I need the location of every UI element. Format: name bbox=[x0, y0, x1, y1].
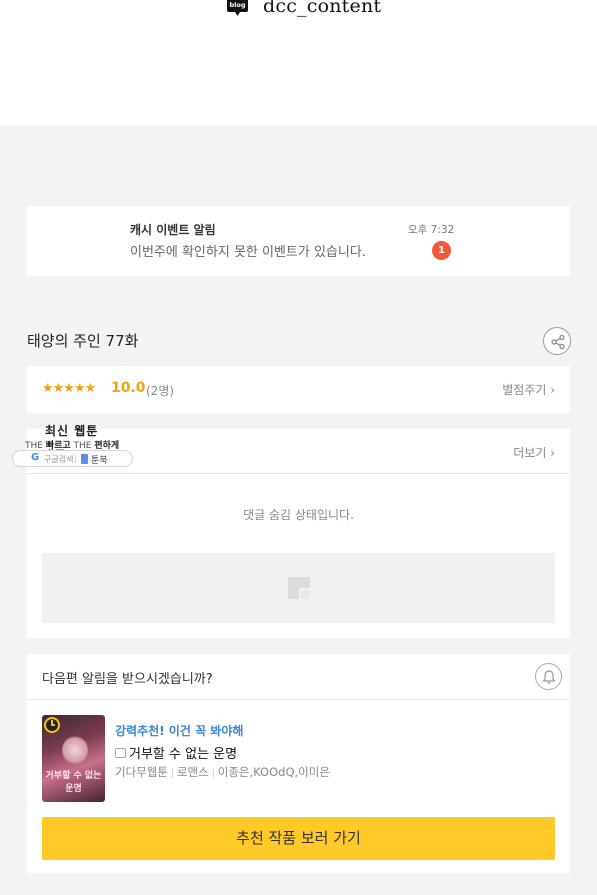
section-divider bbox=[27, 699, 570, 700]
overlay-title: 최신 웹툰 bbox=[45, 424, 99, 438]
rating-count: (2명) bbox=[146, 384, 175, 398]
thumbnail-character bbox=[62, 735, 88, 765]
next-episode-section: 다음편 알림을 받으시겠습니까? 거부할 수 없는 운명 강력추천! 이건 꼭 … bbox=[27, 654, 570, 873]
webtoon-search-overlay[interactable]: 최신 웹툰 THE 빠르고 THE 편하게 G 구글검색 | 툰북 bbox=[12, 421, 137, 469]
go-to-recommended-button[interactable]: 추천 작품 보러 가기 bbox=[42, 817, 555, 860]
episode-title: 태양의 주인 77화 bbox=[27, 332, 139, 350]
cash-event-notice[interactable]: 캐시 이벤트 알림 이번주에 확인하지 못한 이벤트가 있습니다. 오후 7:3… bbox=[27, 206, 570, 276]
svg-text:blog: blog bbox=[230, 1, 246, 9]
comments-more-label: 더보기 bbox=[513, 446, 547, 460]
recommended-thumbnail[interactable]: 거부할 수 없는 운명 bbox=[42, 715, 105, 802]
notice-message: 이번주에 확인하지 못한 이벤트가 있습니다. bbox=[130, 245, 366, 260]
bell-button[interactable] bbox=[535, 663, 562, 690]
comments-more-button[interactable]: 더보기 › bbox=[513, 444, 555, 461]
recommend-title-text: 거부할 수 없는 운명 bbox=[129, 747, 238, 762]
recommend-headline[interactable]: 강력추천! 이건 꼭 봐야해 bbox=[115, 722, 243, 739]
clock-hand-minute bbox=[51, 724, 55, 726]
next-notify-question: 다음편 알림을 받으시겠습니까? bbox=[42, 672, 213, 687]
notice-time: 오후 7:32 bbox=[408, 224, 455, 236]
recommend-meta: 기다무웹툰 | 로맨스 | 이종은,KOOdQ,이미은 bbox=[115, 765, 330, 779]
recommend-category: 기다무웹툰 bbox=[115, 765, 168, 779]
thumbnail-title: 거부할 수 없는 운명 bbox=[45, 771, 102, 794]
recommend-genre: 로맨스 bbox=[176, 765, 209, 779]
blog-logo-icon: blog bbox=[227, 0, 248, 16]
notice-count-badge: 1 bbox=[432, 241, 451, 260]
google-search-label[interactable]: 구글검색 bbox=[44, 454, 73, 465]
rate-button[interactable]: 별점주기 › bbox=[502, 381, 555, 398]
book-icon bbox=[81, 454, 88, 464]
pill-divider: | bbox=[74, 454, 77, 463]
rate-button-label: 별점주기 bbox=[502, 383, 547, 397]
share-button[interactable] bbox=[543, 327, 571, 355]
ad-placeholder[interactable] bbox=[42, 553, 555, 623]
blog-header: blog dcc_content bbox=[0, 0, 597, 125]
ad-placeholder-icon bbox=[288, 577, 310, 599]
rating-bar: ★★★★★ 10.0 (2명) 별점주기 › bbox=[27, 366, 570, 413]
bell-icon bbox=[542, 670, 556, 684]
comments-hidden-message: 댓글 숨김 상태입니다. bbox=[243, 508, 354, 522]
overlay-search-pill[interactable]: G 구글검색 | 툰북 bbox=[12, 450, 133, 467]
badge-icon bbox=[115, 748, 126, 758]
google-icon: G bbox=[31, 452, 40, 463]
rating-stars: ★★★★★ bbox=[42, 381, 96, 396]
blog-name[interactable]: dcc_content bbox=[263, 0, 381, 17]
recommend-title[interactable]: 거부할 수 없는 운명 bbox=[115, 743, 237, 762]
rating-score: 10.0 bbox=[111, 380, 146, 396]
recommend-authors: 이종은,KOOdQ,이미은 bbox=[217, 765, 330, 779]
notice-title: 캐시 이벤트 알림 bbox=[130, 223, 216, 237]
toonbook-label[interactable]: 툰북 bbox=[91, 453, 108, 466]
share-icon bbox=[551, 334, 565, 350]
